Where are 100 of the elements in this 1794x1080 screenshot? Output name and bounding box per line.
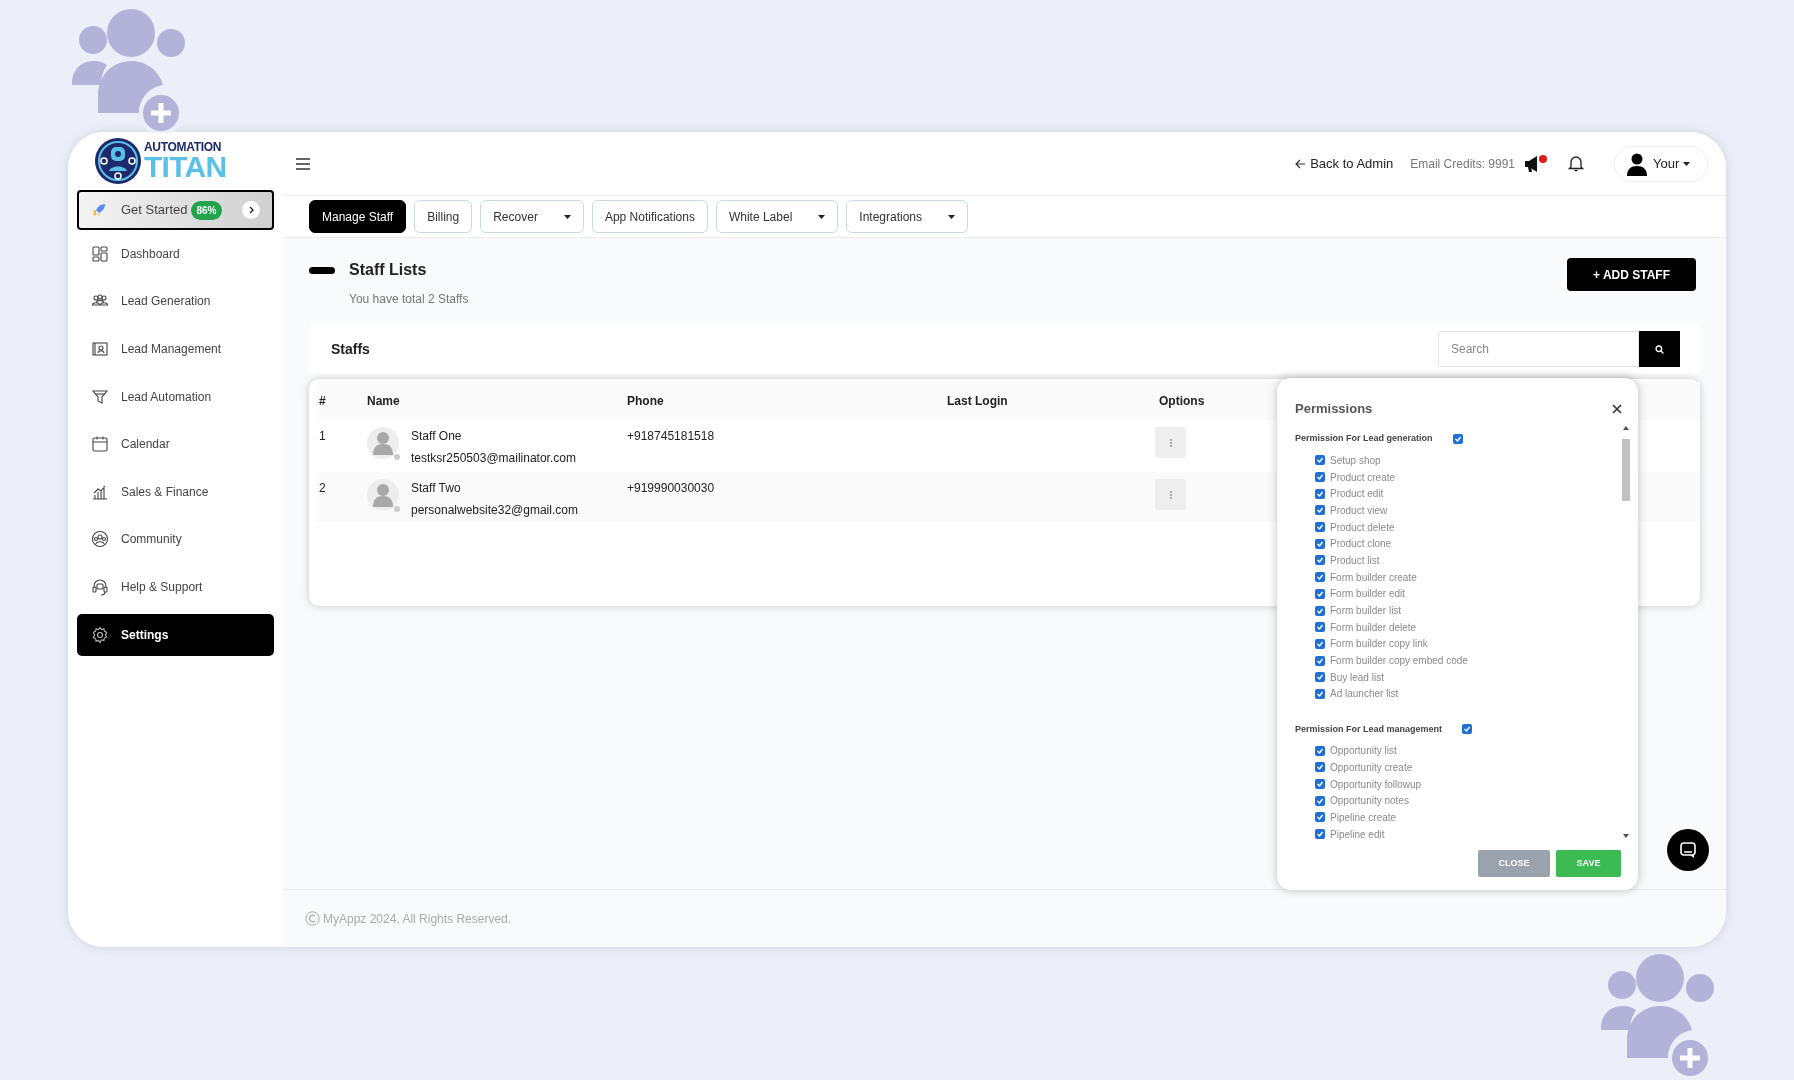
tab[interactable]: Billing — [414, 200, 473, 233]
progress-badge: 86% — [191, 200, 222, 220]
dashboard-icon — [91, 244, 109, 263]
footer-text: MyAppz 2024, All Rights Reserved. — [323, 910, 512, 928]
tab[interactable]: Manage Staff — [309, 200, 407, 233]
headset-icon — [91, 577, 109, 596]
get-started-button[interactable]: Get Started 86% — [77, 190, 274, 230]
permission-label: Form builder copy link — [1330, 637, 1428, 652]
sidebar-item[interactable]: Lead Management — [77, 328, 274, 370]
table-cell-text: 1 — [318, 428, 327, 445]
permission-label: Product create — [1330, 470, 1396, 485]
checkbox[interactable] — [1315, 555, 1325, 566]
permission-label: Ad launcher list — [1330, 687, 1399, 702]
permission-label: Form builder list — [1330, 604, 1402, 619]
menu-icon[interactable] — [295, 156, 311, 171]
sidebar-item[interactable]: Dashboard — [77, 232, 274, 275]
sidebar-item[interactable]: Sales & Finance — [77, 470, 274, 513]
checkbox[interactable] — [1315, 622, 1325, 633]
search-icon[interactable] — [1639, 331, 1680, 367]
column-header: # — [318, 393, 327, 410]
checkbox[interactable] — [1315, 672, 1325, 683]
back-to-admin-link[interactable]: Back to Admin — [1295, 153, 1394, 174]
tab[interactable]: White Label — [715, 200, 839, 233]
permission-label: Pipeline create — [1330, 810, 1397, 825]
avatar-icon — [367, 477, 401, 515]
copyright-icon — [305, 911, 320, 926]
checkbox[interactable] — [1315, 538, 1325, 549]
permission-label: Form builder delete — [1330, 620, 1417, 635]
chat-icon — [1680, 841, 1696, 859]
title-accent-bar — [309, 266, 335, 274]
checkbox[interactable] — [1315, 488, 1325, 499]
permission-group-title: Permission For Lead generation — [1295, 432, 1433, 446]
checkbox[interactable] — [1315, 745, 1325, 756]
column-header: Options — [1159, 393, 1206, 410]
checkbox[interactable] — [1315, 522, 1325, 533]
chat-button[interactable] — [1667, 829, 1709, 871]
more-vertical-icon — [1169, 438, 1172, 447]
dialog-title: Permissions — [1295, 399, 1373, 418]
checkbox[interactable] — [1315, 688, 1325, 699]
column-header: Name — [367, 393, 401, 410]
permission-label: Setup shop — [1330, 453, 1381, 468]
caret-icon — [1683, 161, 1691, 166]
scroll-down-icon[interactable] — [1623, 834, 1629, 838]
chevron-right-icon — [242, 201, 260, 219]
sidebar-item[interactable]: Lead Automation — [77, 375, 274, 418]
permission-label: Product edit — [1330, 487, 1384, 502]
column-header: Last Login — [947, 393, 1009, 410]
checkbox[interactable] — [1315, 655, 1325, 666]
permission-label: Opportunity followup — [1330, 777, 1422, 792]
search-field[interactable]: Search — [1438, 331, 1639, 367]
tab[interactable]: Integrations — [846, 200, 968, 233]
tab[interactable]: Recover — [480, 200, 584, 233]
table-cell-text: +918745181518 — [627, 428, 716, 445]
checkbox[interactable] — [1315, 505, 1325, 516]
megaphone-icon[interactable] — [1523, 154, 1547, 173]
checkbox[interactable] — [1452, 434, 1463, 444]
tab[interactable]: App Notifications — [591, 200, 708, 233]
checkbox[interactable] — [1315, 829, 1325, 840]
logo-wordmark: TITAN — [144, 153, 227, 181]
rocket-icon — [91, 202, 107, 218]
robot-logo-icon — [94, 137, 142, 185]
checkbox[interactable] — [1315, 588, 1325, 599]
permission-label: Product delete — [1330, 520, 1395, 535]
permission-label: Pipeline edit — [1330, 827, 1385, 842]
sidebar-item[interactable]: Settings — [77, 613, 274, 656]
checkbox[interactable] — [1315, 795, 1325, 806]
table-cell-text: +919990030030 — [627, 480, 716, 497]
checkbox[interactable] — [1315, 779, 1325, 790]
staff-name: Staff Two — [411, 480, 462, 497]
checkbox[interactable] — [1315, 472, 1325, 483]
sidebar-item[interactable]: Lead Generation — [77, 280, 274, 323]
checkbox[interactable] — [1315, 638, 1325, 649]
permission-label: Product list — [1330, 553, 1380, 568]
funnel-icon — [91, 387, 109, 406]
checkbox[interactable] — [1315, 455, 1325, 466]
bell-icon[interactable] — [1568, 155, 1584, 172]
user-icon — [1625, 151, 1649, 176]
scrollbar-thumb[interactable] — [1622, 439, 1630, 501]
scroll-up-icon[interactable] — [1623, 426, 1629, 430]
permission-label: Opportunity list — [1330, 744, 1397, 759]
add-staff-button[interactable]: + ADD STAFF — [1567, 258, 1696, 291]
checkbox[interactable] — [1315, 812, 1325, 823]
close-icon[interactable] — [1612, 403, 1622, 414]
panel-title: Staffs — [331, 339, 370, 359]
checkbox[interactable] — [1462, 724, 1473, 735]
permission-label: Product clone — [1330, 537, 1392, 552]
sidebar-item[interactable]: Help & Support — [77, 565, 274, 608]
sidebar-item[interactable]: Calendar — [77, 423, 274, 466]
staff-email: personalwebsite32@gmail.com — [411, 502, 578, 519]
page-title: Staff Lists — [349, 260, 427, 280]
checkbox[interactable] — [1315, 572, 1325, 583]
caret-icon — [818, 214, 826, 219]
permission-label: Form builder create — [1330, 570, 1417, 585]
staff-name: Staff One — [411, 428, 463, 445]
permission-group-title: Permission For Lead management — [1295, 722, 1443, 736]
caret-icon — [948, 214, 955, 219]
sidebar-item[interactable]: Community — [77, 518, 274, 561]
checkbox[interactable] — [1315, 605, 1325, 616]
checkbox[interactable] — [1315, 762, 1325, 773]
caret-icon — [563, 214, 571, 219]
